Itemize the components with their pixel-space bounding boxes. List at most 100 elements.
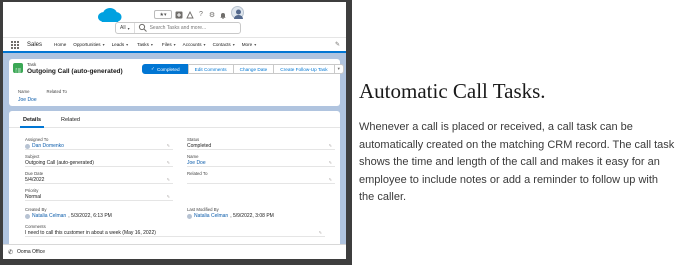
field-last-modified-by: Last Modified By Natalia Celman, 5/9/202… bbox=[187, 207, 335, 220]
record-tabs: Details Related bbox=[9, 111, 340, 128]
notification-bell-icon[interactable] bbox=[219, 11, 227, 19]
nav-item-leads[interactable]: Leads ▾ bbox=[112, 38, 129, 52]
field-due-date: Due Date 5/4/2022 ✎ bbox=[25, 171, 173, 184]
tab-details[interactable]: Details bbox=[19, 117, 45, 128]
user-avatar[interactable] bbox=[231, 6, 244, 19]
more-actions-chevron-down-icon[interactable]: ▾ bbox=[333, 64, 344, 74]
field-label: Due Date bbox=[25, 171, 44, 176]
user-icon bbox=[25, 213, 30, 219]
last-modified-value: Natalia Celman, 5/9/2022, 3:08 PM bbox=[187, 213, 274, 219]
utility-item-ooma-office[interactable]: Ooma Office bbox=[17, 249, 45, 255]
field-assigned-to: Assigned To Dan Domenko ✎ bbox=[25, 137, 173, 150]
salesforce-logo-icon[interactable] bbox=[97, 7, 122, 23]
field-status: Status Completed ✎ bbox=[187, 137, 335, 150]
search-scope-select[interactable]: All ▾ bbox=[116, 23, 135, 33]
user-icon bbox=[25, 143, 30, 149]
search-icon bbox=[138, 23, 147, 32]
global-header: ★▾ ? ⚙ All ▾ Search Tasks and more... bbox=[3, 2, 346, 37]
field-related-to: Related To ✎ bbox=[187, 171, 335, 184]
change-date-button[interactable]: Change Date bbox=[232, 64, 275, 74]
chevron-down-icon[interactable]: ▾ bbox=[174, 42, 176, 47]
field-value: Outgoing Call (auto-generated) bbox=[25, 160, 94, 166]
field-label: Name bbox=[187, 154, 199, 159]
global-actions: ★▾ ? ⚙ bbox=[154, 10, 227, 19]
chevron-down-icon[interactable]: ▾ bbox=[126, 42, 128, 47]
record-type-label: Task bbox=[27, 62, 37, 67]
field-label: Assigned To bbox=[25, 137, 49, 142]
favorites-star-icon[interactable]: ★▾ bbox=[154, 10, 172, 19]
nav-item-home[interactable]: Home bbox=[54, 38, 66, 52]
search-input[interactable]: Search Tasks and more... bbox=[150, 25, 207, 31]
created-by-link[interactable]: Natalia Celman bbox=[32, 213, 66, 219]
modified-date: , 5/9/2022, 3:08 PM bbox=[230, 213, 274, 219]
field-comments: Comments I need to call this customer in… bbox=[25, 224, 325, 237]
global-search[interactable]: All ▾ Search Tasks and more... bbox=[115, 22, 241, 34]
trailhead-icon[interactable] bbox=[186, 10, 194, 19]
edit-pencil-icon[interactable]: ✎ bbox=[329, 160, 332, 165]
field-value: Normal bbox=[25, 194, 42, 200]
edit-pencil-icon[interactable]: ✎ bbox=[167, 177, 170, 182]
app-launcher-icon[interactable] bbox=[11, 40, 19, 49]
highlight-name-label: Name bbox=[18, 89, 30, 94]
edit-pencil-icon[interactable]: ✎ bbox=[329, 177, 332, 182]
edit-pencil-icon[interactable]: ✎ bbox=[167, 194, 170, 199]
help-icon[interactable]: ? bbox=[197, 11, 205, 19]
global-add-icon[interactable] bbox=[175, 11, 183, 19]
checkmark-icon: ✓ bbox=[151, 66, 155, 71]
edit-pencil-icon[interactable]: ✎ bbox=[319, 230, 322, 235]
user-icon bbox=[187, 213, 192, 219]
record-actions: ✓ Completed Edit Comments Change Date Cre… bbox=[142, 64, 344, 74]
task-icon bbox=[13, 63, 23, 74]
field-label: Comments bbox=[25, 224, 46, 229]
article-body: Whenever a call is placed or received, a… bbox=[359, 121, 675, 203]
field-value: 5/4/2022 bbox=[25, 177, 45, 183]
record-title: Outgoing Call (auto-generated) bbox=[27, 68, 123, 75]
nav-item-more[interactable]: More ▾ bbox=[242, 38, 256, 52]
highlight-fields: Name Related To bbox=[18, 89, 67, 94]
field-label: Priority bbox=[25, 188, 39, 193]
chevron-down-icon[interactable]: ▾ bbox=[151, 42, 153, 47]
edit-pencil-icon[interactable]: ✎ bbox=[167, 143, 170, 148]
created-date: , 5/3/2022, 6:13 PM bbox=[68, 213, 112, 219]
field-priority: Priority Normal ✎ bbox=[25, 188, 173, 201]
field-value: I need to call this customer in about a … bbox=[25, 230, 156, 236]
edit-pencil-icon[interactable]: ✎ bbox=[329, 143, 332, 148]
created-by-value: Natalia Celman, 5/3/2022, 6:13 PM bbox=[25, 213, 112, 219]
field-label: Related To bbox=[187, 171, 208, 176]
chevron-down-icon[interactable]: ▾ bbox=[103, 42, 105, 47]
name-link[interactable]: Joe Doe bbox=[187, 160, 206, 166]
navigation-bar: Sales Home Opportunities ▾ Leads ▾ Tasks ▾ … bbox=[3, 37, 346, 53]
edit-nav-pencil-icon[interactable]: ✎ bbox=[335, 41, 340, 48]
chevron-down-icon[interactable]: ▾ bbox=[254, 42, 256, 47]
app-name: Sales bbox=[27, 41, 43, 48]
nav-item-files[interactable]: Files ▾ bbox=[162, 38, 176, 52]
field-created-by: Created By Natalia Celman, 5/3/2022, 6:1… bbox=[25, 207, 173, 220]
article-heading: Automatic Call Tasks. bbox=[359, 79, 546, 103]
salesforce-app: ★▾ ? ⚙ All ▾ Search Tasks and more... Sa… bbox=[3, 2, 346, 244]
tab-related[interactable]: Related bbox=[61, 117, 80, 123]
record-highlights-panel: Task Outgoing Call (auto-generated) ✓ Com… bbox=[9, 59, 344, 106]
field-subject: Subject Outgoing Call (auto-generated) ✎ bbox=[25, 154, 173, 167]
field-label: Status bbox=[187, 137, 200, 142]
edit-comments-button[interactable]: Edit Comments bbox=[187, 64, 234, 74]
nav-item-accounts[interactable]: Accounts ▾ bbox=[183, 38, 206, 52]
create-follow-up-task-button[interactable]: Create Follow-Up Task bbox=[273, 64, 335, 74]
nav-item-opportunities[interactable]: Opportunities ▾ bbox=[73, 38, 104, 52]
highlight-name-link[interactable]: Joe Doe bbox=[18, 97, 37, 103]
chevron-down-icon[interactable]: ▾ bbox=[204, 42, 206, 47]
edit-pencil-icon[interactable]: ✎ bbox=[167, 160, 170, 165]
field-name: Name Joe Doe ✎ bbox=[187, 154, 335, 167]
completed-button[interactable]: ✓ Completed bbox=[142, 64, 189, 74]
field-label: Subject bbox=[25, 154, 40, 159]
field-label: Last Modified By bbox=[187, 207, 219, 212]
chevron-down-icon[interactable]: ▾ bbox=[233, 42, 235, 47]
nav-item-contacts[interactable]: Contacts ▾ bbox=[213, 38, 235, 52]
nav-item-tasks[interactable]: Tasks ▾ bbox=[135, 39, 155, 53]
gear-icon[interactable]: ⚙ bbox=[208, 11, 216, 19]
assigned-to-link[interactable]: Dan Domenko bbox=[25, 143, 64, 149]
highlight-related-label: Related To bbox=[46, 89, 67, 94]
phone-icon[interactable]: ✆ bbox=[8, 249, 13, 256]
last-modified-by-link[interactable]: Natalia Celman bbox=[194, 213, 228, 219]
record-details-card: Details Related Assigned To Dan Domenko … bbox=[9, 111, 340, 244]
utility-bar: ✆ Ooma Office bbox=[3, 244, 346, 259]
